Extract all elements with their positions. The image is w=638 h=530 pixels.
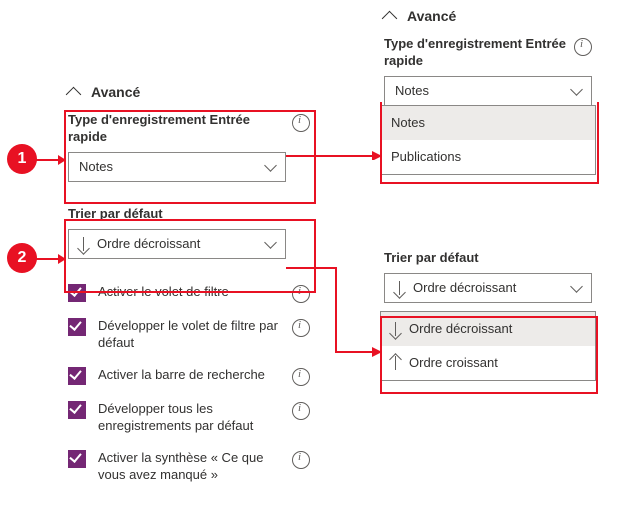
info-icon[interactable] xyxy=(574,38,592,56)
sort-default-value: Ordre décroissant xyxy=(413,280,516,295)
section-header-advanced[interactable]: Avancé xyxy=(380,0,596,36)
chevron-down-icon xyxy=(570,280,583,293)
callout-marker-1: 1 xyxy=(7,144,37,174)
chevron-up-icon xyxy=(382,10,398,26)
sort-default-label: Trier par défaut xyxy=(384,250,592,267)
record-type-label: Type d'enregistrement Entrée rapide xyxy=(384,36,574,70)
chevron-up-icon xyxy=(66,86,82,102)
arrow-marker-2 xyxy=(36,251,66,267)
checkbox-search-bar[interactable] xyxy=(68,367,86,385)
arrow-marker-1 xyxy=(36,152,66,168)
checkbox-expand-filter[interactable] xyxy=(68,318,86,336)
checkbox-expand-all-row: Développer tous les enregistrements par … xyxy=(68,400,310,435)
checkbox-search-bar-row: Activer la barre de recherche xyxy=(68,366,310,386)
arrow-down-icon xyxy=(395,281,405,295)
highlight-box-4 xyxy=(380,316,598,394)
section-header-advanced[interactable]: Avancé xyxy=(64,76,314,112)
checkbox-expand-all[interactable] xyxy=(68,401,86,419)
info-icon[interactable] xyxy=(292,368,310,386)
checkbox-summary-label: Activer la synthèse « Ce que vous avez m… xyxy=(98,449,292,484)
checkbox-expand-filter-label: Développer le volet de filtre par défaut xyxy=(98,317,292,352)
info-icon[interactable] xyxy=(292,402,310,420)
checkbox-search-bar-label: Activer la barre de recherche xyxy=(98,366,292,384)
callout-marker-2: 2 xyxy=(7,243,37,273)
info-icon[interactable] xyxy=(292,451,310,469)
section-title: Avancé xyxy=(91,84,140,100)
chevron-down-icon xyxy=(570,83,583,96)
record-type-row: Type d'enregistrement Entrée rapide xyxy=(384,36,592,70)
section-title: Avancé xyxy=(407,8,456,24)
sort-default-dropdown[interactable]: Ordre décroissant xyxy=(384,273,592,303)
sort-default-row: Trier par défaut xyxy=(384,250,592,267)
checkbox-expand-filter-row: Développer le volet de filtre par défaut xyxy=(68,317,310,352)
checkbox-summary[interactable] xyxy=(68,450,86,468)
highlight-box-2 xyxy=(64,219,316,293)
highlight-box-1 xyxy=(64,110,316,204)
highlight-box-3 xyxy=(380,102,599,184)
info-icon[interactable] xyxy=(292,319,310,337)
checkbox-summary-row: Activer la synthèse « Ce que vous avez m… xyxy=(68,449,310,484)
checkbox-expand-all-label: Développer tous les enregistrements par … xyxy=(98,400,292,435)
record-type-value: Notes xyxy=(395,83,429,98)
